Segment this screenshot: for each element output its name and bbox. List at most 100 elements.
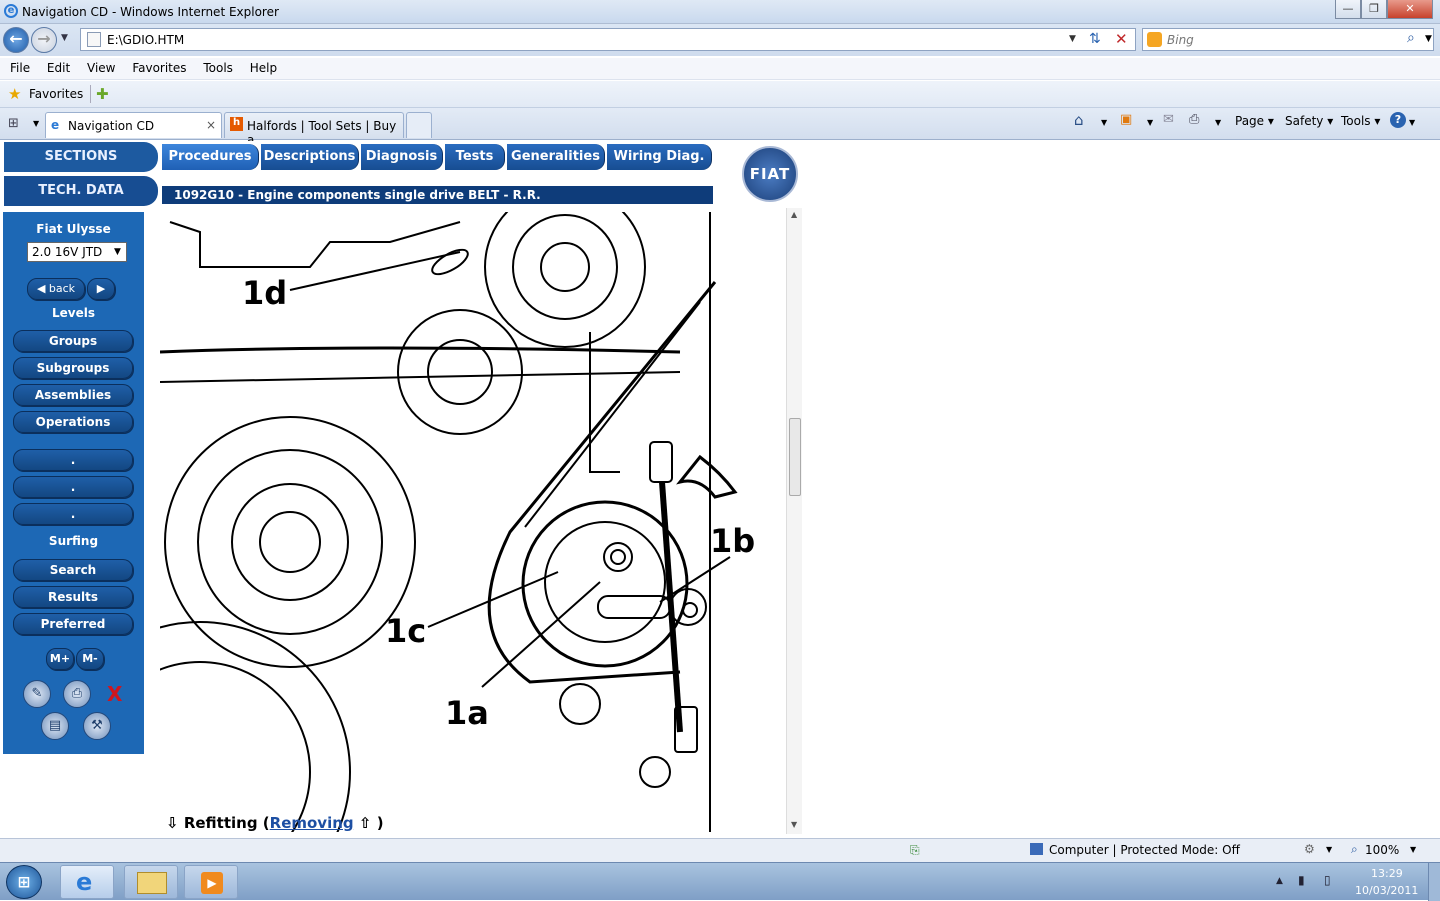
tab-generalities[interactable]: Generalities [507,144,605,170]
feeds-dropdown-icon[interactable]: ▼ [1147,118,1153,127]
sections-button[interactable]: SECTIONS [4,142,158,172]
menu-help[interactable]: Help [250,58,277,75]
status-bar: ⎘ Computer | Protected Mode: Off ⚙ ▼ ⌕ 1… [0,838,1440,862]
mail-icon[interactable]: ✉ [1163,112,1174,127]
print-icon[interactable]: ⎙ [1189,112,1199,127]
safety-menu[interactable]: Safety ▾ [1285,114,1333,128]
tab-wiring-diag[interactable]: Wiring Diag. [607,144,712,170]
blank-button-2[interactable]: . [13,476,133,498]
search-options-icon[interactable]: ▼ [1425,34,1432,44]
scroll-thumb[interactable] [789,418,801,496]
tab-descriptions[interactable]: Descriptions [261,144,359,170]
menu-tools[interactable]: Tools [203,58,233,75]
subgroups-button[interactable]: Subgroups [13,357,133,379]
exit-icon[interactable]: X [107,682,122,706]
help-dropdown-icon[interactable]: ▼ [1409,118,1415,127]
menu-file[interactable]: File [10,58,30,75]
folder-icon[interactable]: ▤ [41,712,69,740]
maximize-button[interactable]: ❐ [1361,0,1387,19]
notes-icon[interactable]: ✎ [23,680,51,708]
vertical-scrollbar[interactable]: ▲ ▼ [786,208,802,834]
address-bar[interactable]: E:\GDIO.HTM ▼ ⇅ ✕ [80,28,1136,51]
forward-button[interactable]: ▶ [87,278,115,300]
tab-list-icon[interactable]: ▼ [33,119,39,128]
zoom-level[interactable]: 100% [1365,843,1399,857]
close-button[interactable]: ✕ [1387,0,1433,19]
tab-label: Navigation CD [68,119,155,133]
history-dropdown-icon[interactable]: ▼ [61,33,68,43]
removing-link[interactable]: Removing [270,814,354,832]
fiat-logo: FIAT [742,146,798,202]
start-button[interactable]: ⊞ [6,865,42,899]
groups-button[interactable]: Groups [13,330,133,352]
show-desktop-button[interactable] [1428,863,1440,901]
tools-menu[interactable]: Tools ▾ [1341,114,1380,128]
assemblies-button[interactable]: Assemblies [13,384,133,406]
favorites-star-icon: ★ [8,85,22,103]
page-menu-label: Page [1235,114,1265,128]
stop-icon[interactable]: ✕ [1115,30,1128,48]
scroll-up-icon[interactable]: ▲ [791,210,797,219]
taskbar-ie-icon[interactable]: e [60,865,114,899]
add-favorite-icon[interactable]: ✚ [96,85,109,103]
battery-icon[interactable]: ▯ [1324,873,1331,887]
menu-favorites[interactable]: Favorites [132,58,186,75]
back-arrow-icon[interactable]: ← [3,27,29,53]
zoom-dropdown-icon[interactable]: ▼ [1410,845,1416,854]
print-page-icon[interactable]: ⎙ [63,680,91,708]
clock-date[interactable]: 10/03/2011 [1355,884,1418,897]
tab-navigation-cd[interactable]: e Navigation CD × [45,112,222,138]
taskbar-explorer-icon[interactable] [124,865,178,899]
tab-halfords[interactable]: h Halfords | Tool Sets | Buy a... [224,112,404,147]
network-icon[interactable]: ▮ [1298,873,1305,887]
ie-icon: e [76,868,93,896]
scroll-down-icon[interactable]: ▼ [791,820,797,829]
preferred-button[interactable]: Preferred [13,613,133,635]
refitting-line: ⇩ Refitting (Removing ⇧ ) [166,814,384,832]
blank-button-1[interactable]: . [13,449,133,471]
minimize-button[interactable]: — [1335,0,1361,19]
model-select-value: 2.0 16V JTD [32,245,103,259]
protected-mode-icon[interactable]: ⚙ [1304,842,1315,856]
taskbar-media-icon[interactable]: ▶ [184,865,238,899]
tab-tests[interactable]: Tests [445,144,505,170]
feeds-icon[interactable]: ▣ [1120,112,1132,127]
address-dropdown-icon[interactable]: ▼ [1069,34,1076,44]
print-dropdown-icon[interactable]: ▼ [1215,118,1221,127]
forward-arrow-icon[interactable]: → [31,27,57,53]
search-icon[interactable]: ⌕ [1407,30,1415,46]
model-name: Fiat Ulysse [36,222,111,236]
quick-tabs-icon[interactable]: ⊞ [8,116,19,131]
address-row: ← → ▼ E:\GDIO.HTM ▼ ⇅ ✕ Bing ⌕ ▼ [0,24,1440,56]
menu-view[interactable]: View [87,58,115,75]
back-button[interactable]: ◀ back [27,278,85,300]
tech-data-button[interactable]: TECH. DATA [4,176,158,206]
model-select[interactable]: 2.0 16V JTD ▼ [27,242,127,262]
refresh-icon[interactable]: ⇅ [1089,31,1101,47]
memory-subtract-button[interactable]: M- [76,648,104,670]
favorites-button[interactable]: Favorites [29,87,83,101]
callout-1c: 1c [385,612,427,650]
home-icon[interactable]: ⌂ [1074,111,1084,129]
menu-edit[interactable]: Edit [47,58,70,75]
results-button[interactable]: Results [13,586,133,608]
close-tab-icon[interactable]: × [206,118,216,132]
tools-icon[interactable]: ⚒ [83,712,111,740]
memory-add-button[interactable]: M+ [46,648,74,670]
clock-time[interactable]: 13:29 [1371,867,1403,880]
divider [90,85,91,103]
tab-diagnosis[interactable]: Diagnosis [361,144,443,170]
window-title: Navigation CD - Windows Internet Explore… [22,5,279,19]
protected-dropdown-icon[interactable]: ▼ [1326,845,1332,854]
refit-down-icon: ⇩ [166,814,179,832]
tray-expand-icon[interactable]: ▲ [1276,876,1283,886]
page-menu[interactable]: Page ▾ [1235,114,1274,128]
help-icon[interactable]: ? [1390,112,1406,128]
new-tab-button[interactable] [406,112,432,138]
operations-button[interactable]: Operations [13,411,133,433]
tab-procedures[interactable]: Procedures [162,144,259,170]
home-dropdown-icon[interactable]: ▼ [1101,118,1107,127]
search-input[interactable]: Bing ⌕ ▼ [1142,28,1434,51]
search-button[interactable]: Search [13,559,133,581]
blank-button-3[interactable]: . [13,503,133,525]
